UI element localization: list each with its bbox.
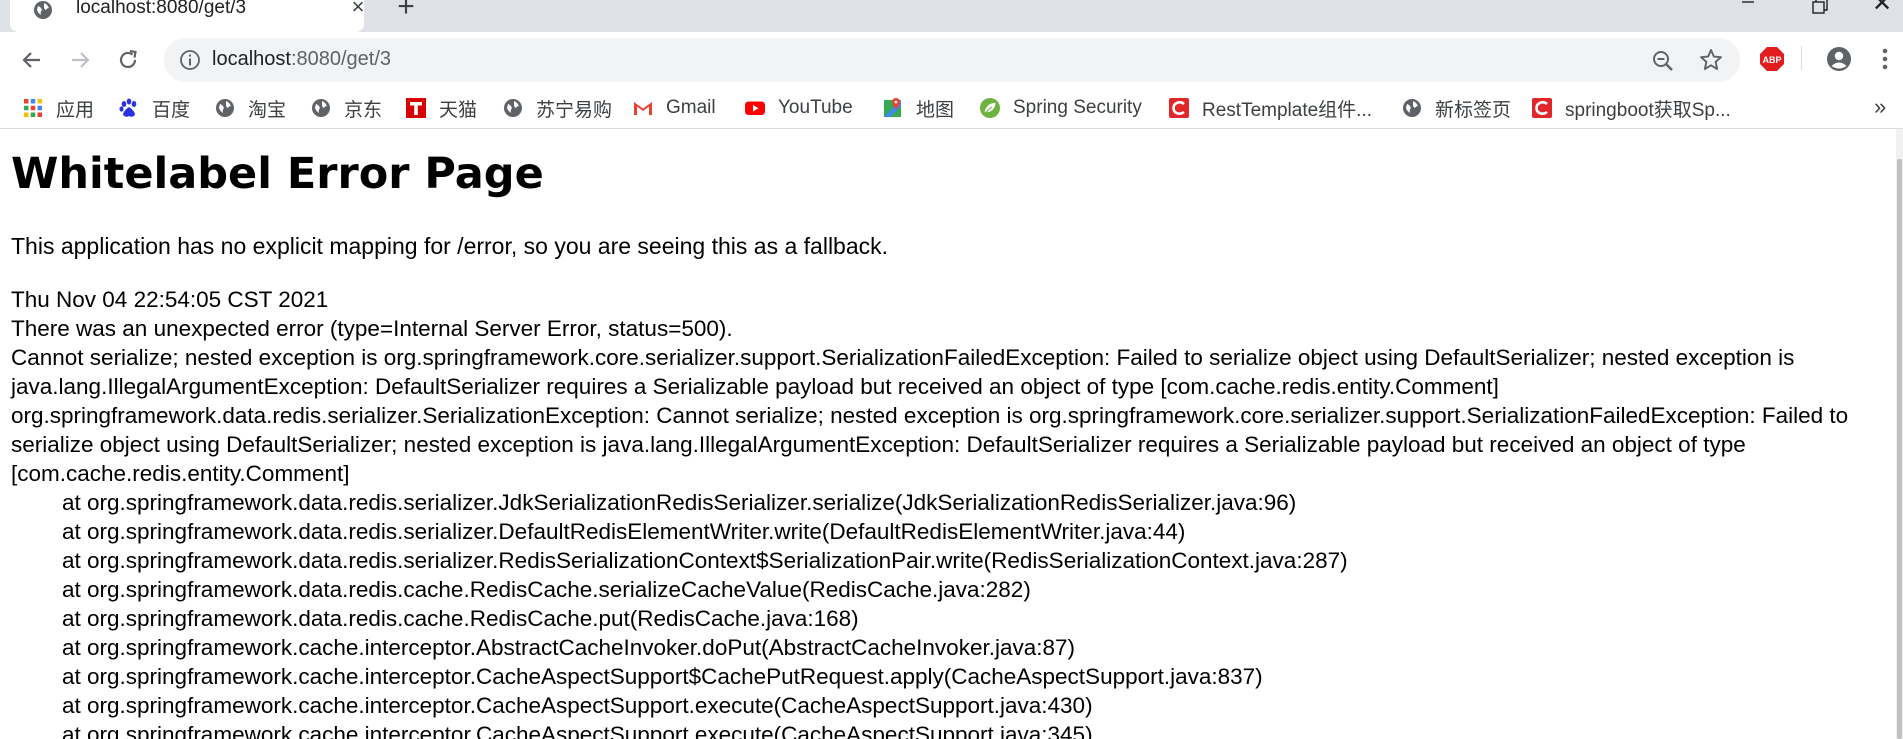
bookmarks-bar: 应用 百度 淘宝 京东 天猫 苏宁易购 Gmail YouTube 地图 Spr… [0, 88, 1903, 129]
globe-icon [214, 97, 236, 119]
globe-icon [310, 97, 332, 119]
back-arrow-icon[interactable] [14, 42, 50, 78]
exception-trace: org.springframework.data.redis.serialize… [11, 403, 1849, 486]
bookmark-label: 新标签页 [1435, 99, 1512, 121]
stack-frame: at org.springframework.cache.interceptor… [62, 664, 1263, 689]
bookmark-label: springboot获取Sp... [1565, 99, 1731, 121]
baidu-paw-icon [118, 97, 140, 119]
bookmark-label: 地图 [916, 99, 955, 121]
stack-frame: at org.springframework.data.redis.serial… [62, 548, 1348, 573]
maps-icon [882, 97, 904, 119]
restore-window-icon[interactable] [1808, 0, 1832, 18]
scrollbar-thumb[interactable] [1897, 159, 1902, 739]
gmail-icon [632, 97, 654, 119]
bookmark-label: 应用 [56, 99, 95, 121]
youtube-icon [744, 97, 766, 119]
bookmark-star-icon[interactable] [1698, 47, 1724, 73]
stack-frame: at org.springframework.cache.interceptor… [62, 722, 1093, 739]
close-tab-icon[interactable]: × [346, 0, 370, 19]
new-tab-button[interactable]: + [392, 0, 420, 22]
bookmark-label: RestTemplate组件... [1202, 99, 1372, 121]
adblock-label: ABP [1762, 55, 1781, 65]
stack-frame: at org.springframework.data.redis.cache.… [62, 606, 859, 631]
browser-toolbar: localhost:8080/get/3 [0, 32, 1903, 88]
adblock-plus-icon[interactable]: ABP [1759, 46, 1785, 72]
bookmark-newtab[interactable]: 新标签页 [1401, 96, 1512, 121]
bookmark-label: 苏宁易购 [536, 99, 613, 121]
error-details: Thu Nov 04 22:54:05 CST 2021 There was a… [11, 285, 1871, 739]
tab-title: localhost:8080/get/3 [76, 0, 247, 18]
info-icon[interactable] [178, 48, 202, 72]
csdn-icon [1531, 97, 1553, 119]
stack-frame: at org.springframework.data.redis.cache.… [62, 577, 1031, 602]
bookmark-label: Spring Security [1013, 97, 1142, 118]
vertical-scrollbar[interactable] [1896, 129, 1903, 739]
error-status: There was an unexpected error (type=Inte… [11, 316, 733, 341]
reload-icon[interactable] [110, 42, 146, 78]
bookmark-label: YouTube [778, 97, 853, 118]
stack-frame: at org.springframework.cache.interceptor… [62, 635, 1076, 660]
page-intro: This application has no explicit mapping… [11, 233, 889, 259]
page-content: Whitelabel Error Page This application h… [0, 129, 1896, 739]
bookmark-label: 京东 [344, 99, 383, 121]
page-title: Whitelabel Error Page [11, 149, 544, 199]
minimize-window-icon[interactable] [1736, 0, 1760, 14]
bookmark-tmall[interactable]: 天猫 [405, 96, 478, 121]
toolbar-divider [1801, 46, 1802, 70]
bookmark-taobao[interactable]: 淘宝 [214, 96, 287, 121]
bookmark-label: 百度 [152, 99, 191, 121]
kebab-menu-icon[interactable] [1880, 46, 1890, 72]
stack-frame: at org.springframework.data.redis.serial… [62, 490, 1297, 515]
bookmark-suning[interactable]: 苏宁易购 [502, 96, 613, 121]
error-timestamp: Thu Nov 04 22:54:05 CST 2021 [11, 287, 329, 312]
globe-icon [1401, 97, 1423, 119]
bookmark-maps[interactable]: 地图 [882, 96, 955, 121]
bookmark-label: 天猫 [439, 99, 478, 121]
bookmark-youtube[interactable]: YouTube [744, 96, 853, 120]
bookmark-jd[interactable]: 京东 [310, 96, 383, 121]
globe-icon [502, 97, 524, 119]
globe-icon [32, 0, 54, 21]
tmall-icon [405, 97, 427, 119]
apps-grid-icon [22, 97, 44, 119]
bookmark-gmail[interactable]: Gmail [632, 96, 716, 120]
bookmark-springboot[interactable]: springboot获取Sp... [1531, 96, 1731, 121]
profile-avatar-icon[interactable] [1825, 45, 1853, 73]
stack-frame: at org.springframework.data.redis.serial… [62, 519, 1186, 544]
tab-strip: localhost:8080/get/3 × + ✕ [0, 0, 1903, 32]
bookmark-spring-security[interactable]: Spring Security [979, 96, 1142, 120]
spring-leaf-icon [979, 97, 1001, 119]
error-message: Cannot serialize; nested exception is or… [11, 345, 1795, 399]
url-path: :8080/get/3 [290, 48, 392, 70]
bookmarks-overflow-chevron-icon[interactable]: » [1874, 94, 1886, 120]
address-bar[interactable]: localhost:8080/get/3 [164, 38, 1740, 82]
browser-tab[interactable]: localhost:8080/get/3 × [10, 0, 364, 32]
url-text[interactable]: localhost:8080/get/3 [212, 48, 391, 71]
bookmark-baidu[interactable]: 百度 [118, 96, 191, 121]
bookmark-resttemplate[interactable]: RestTemplate组件... [1168, 96, 1372, 121]
url-host: localhost [212, 48, 291, 70]
bookmark-label: 淘宝 [248, 99, 287, 121]
csdn-icon [1168, 97, 1190, 119]
forward-arrow-icon[interactable] [62, 42, 98, 78]
close-window-icon[interactable]: ✕ [1870, 0, 1894, 16]
bookmark-apps[interactable]: 应用 [22, 96, 95, 121]
zoom-icon[interactable] [1650, 48, 1676, 74]
stack-frame: at org.springframework.cache.interceptor… [62, 693, 1093, 718]
bookmark-label: Gmail [666, 97, 716, 118]
